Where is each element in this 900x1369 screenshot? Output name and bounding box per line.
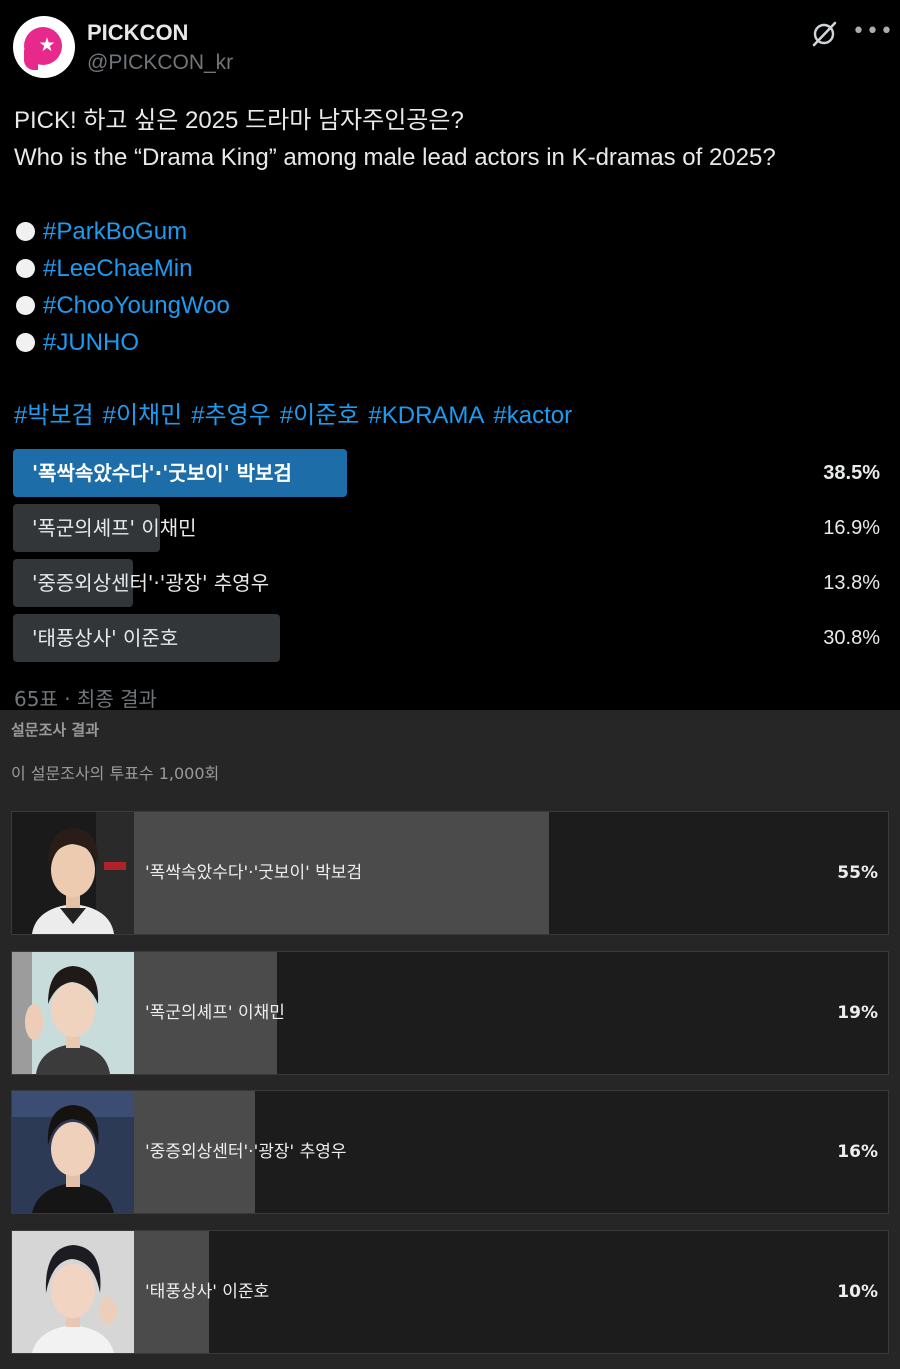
poll-option: '폭싹속았수다'·'굿보이' 박보검 38.5% (13, 449, 888, 497)
tweet-text: PICK! 하고 싶은 2025 드라마 남자주인공은? Who is the … (14, 102, 884, 434)
poll-option-label: '폭싹속았수다'·'굿보이' 박보검 (32, 461, 292, 485)
result-card: '중증외상센터'·'광장' 추영우 16% (11, 1090, 889, 1214)
hashtag-row: #박보검 #이채민 #추영우 #이준호 #KDRAMA #kactor (14, 397, 884, 434)
result-label: '폭군의셰프' 이채민 (145, 1003, 285, 1023)
list-item: #JUNHO (14, 324, 884, 361)
hashtag-link[interactable]: #박보검 (14, 402, 94, 429)
grok-icon[interactable] (810, 20, 838, 48)
result-label: '폭싹속았수다'·'굿보이' 박보검 (145, 863, 363, 883)
actor-photo (12, 812, 134, 934)
result-percent: 10% (837, 1282, 878, 1302)
poll-option-percent: 13.8% (823, 572, 880, 594)
poll-option-label: '태풍상사' 이준호 (32, 626, 179, 650)
result-percent: 55% (837, 863, 878, 883)
poll-option-percent: 38.5% (823, 462, 880, 484)
hashtag-link[interactable]: #이채민 (103, 402, 183, 429)
result-label: '중증외상센터'·'광장' 추영우 (145, 1142, 347, 1162)
avatar[interactable]: ★ (13, 16, 75, 78)
star-icon: ★ (38, 34, 56, 56)
bullet-icon (16, 333, 35, 352)
survey-results-panel: 설문조사 결과 이 설문조사의 투표수 1,000회 '폭싹속았수다'·'굿보이… (0, 710, 900, 1369)
list-item: #ParkBoGum (14, 213, 884, 250)
hashtag-link[interactable]: #kactor (493, 402, 572, 429)
poll-option-percent: 30.8% (823, 627, 880, 649)
poll-option: '폭군의셰프' 이채민 16.9% (13, 504, 888, 552)
hashtag-link[interactable]: #ParkBoGum (43, 213, 187, 250)
hashtag-link[interactable]: #추영우 (191, 402, 271, 429)
author-name[interactable]: PICKCON (87, 20, 188, 46)
result-label: '태풍상사' 이준호 (145, 1282, 270, 1302)
results-vote-count: 이 설문조사의 투표수 1,000회 (11, 764, 220, 783)
hashtag-link[interactable]: #KDRAMA (368, 402, 484, 429)
poll-option-label: '폭군의셰프' 이채민 (32, 516, 197, 540)
result-card: '폭싹속았수다'·'굿보이' 박보검 55% (11, 811, 889, 935)
result-percent: 19% (837, 1003, 878, 1023)
poll-option: '태풍상사' 이준호 30.8% (13, 614, 888, 662)
poll-option: '중증외상센터'·'광장' 추영우 13.8% (13, 559, 888, 607)
list-item: #LeeChaeMin (14, 250, 884, 287)
tweet-title-ko: PICK! 하고 싶은 2025 드라마 남자주인공은? (14, 107, 464, 134)
hashtag-list: #ParkBoGum #LeeChaeMin #ChooYoungWoo #JU… (14, 213, 884, 361)
actor-photo (12, 1091, 134, 1213)
result-percent: 16% (837, 1142, 878, 1162)
hashtag-link[interactable]: #LeeChaeMin (43, 250, 192, 287)
poll-footer: 65표 · 최종 결과 (14, 687, 157, 711)
bullet-icon (16, 259, 35, 278)
author-handle[interactable]: @PICKCON_kr (87, 51, 233, 75)
result-card: '태풍상사' 이준호 10% (11, 1230, 889, 1354)
tweet-card: ★ PICKCON @PICKCON_kr ••• PICK! 하고 싶은 20… (0, 0, 900, 711)
poll-option-label: '중증외상센터'·'광장' 추영우 (32, 571, 270, 595)
hashtag-link[interactable]: #JUNHO (43, 324, 139, 361)
results-title: 설문조사 결과 (11, 721, 100, 739)
actor-photo (12, 1231, 134, 1353)
poll-option-percent: 16.9% (823, 517, 880, 539)
more-icon[interactable]: ••• (852, 19, 894, 44)
list-item: #ChooYoungWoo (14, 287, 884, 324)
hashtag-link[interactable]: #ChooYoungWoo (43, 287, 230, 324)
tweet-title-en: Who is the “Drama King” among male lead … (14, 144, 776, 171)
bullet-icon (16, 296, 35, 315)
result-card: '폭군의셰프' 이채민 19% (11, 951, 889, 1075)
actor-photo (12, 952, 134, 1074)
hashtag-link[interactable]: #이준호 (280, 402, 360, 429)
bullet-icon (16, 222, 35, 241)
